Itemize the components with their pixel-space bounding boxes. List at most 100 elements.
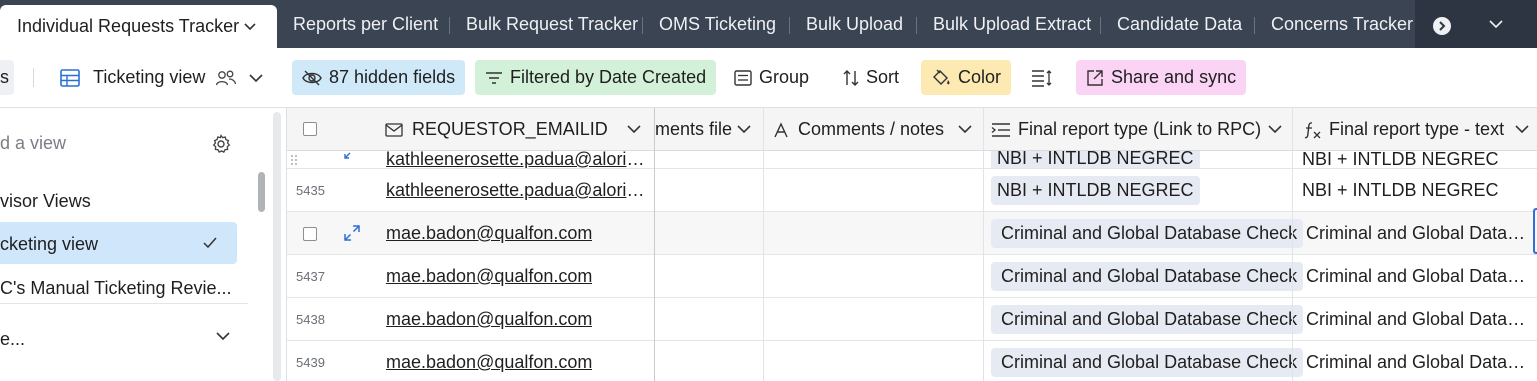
sidebar-item-label: cketing view: [0, 234, 99, 254]
requestor-email-cell[interactable]: kathleenerosette.padua@alorica.com: [386, 151, 648, 169]
linked-record-icon: [991, 122, 1010, 137]
tab-concerns-tracker[interactable]: Concerns Tracker: [1271, 0, 1413, 48]
sort-button[interactable]: Sort: [833, 60, 909, 95]
tab-separator: [1100, 17, 1101, 34]
requestor-email-cell[interactable]: mae.badon@qualfon.com: [386, 298, 648, 341]
chevron-down-icon[interactable]: [243, 19, 257, 33]
row-number: 5439: [296, 355, 325, 370]
group-button[interactable]: Group: [724, 60, 819, 95]
column-title: Final report type (Link to RPC): [1018, 119, 1262, 139]
chevron-down-icon[interactable]: [958, 123, 972, 135]
frozen-column-divider[interactable]: [654, 108, 655, 381]
eye-off-icon: [302, 70, 322, 85]
report-type-text-cell: Criminal and Global Database Check: [1306, 212, 1532, 255]
column-header-final-report-type-text[interactable]: Final report type - text: [1303, 108, 1537, 151]
column-header-comments-notes[interactable]: Comments / notes: [773, 108, 983, 151]
group-label: Group: [759, 67, 810, 87]
hidden-fields-label: 87 hidden fields: [329, 67, 456, 87]
requestor-email-cell[interactable]: kathleenerosette.padua@alorica.com: [386, 169, 648, 212]
filter-label: Filtered by Date Created: [510, 67, 707, 87]
email-text: mae.badon@qualfon.com: [386, 223, 593, 243]
email-text: kathleenerosette.padua@alorica.com: [386, 151, 648, 169]
chevron-down-icon[interactable]: [1515, 123, 1529, 135]
external-link-icon: [1087, 69, 1103, 86]
sidebar-item-ticketing-view[interactable]: cketing view: [0, 222, 237, 264]
table-row[interactable]: 5438 mae.badon@qualfon.com Criminal and …: [287, 298, 1537, 341]
report-type-text: NBI + INTLDB NEGREC: [1302, 151, 1499, 169]
table-tab-bar: Individual Requests Tracker Reports per …: [0, 0, 1537, 48]
records-grid: REQUESTOR_EMAILID ments file Comments / …: [286, 108, 1537, 381]
group-icon: [734, 69, 752, 86]
report-type-text-cell: Criminal and Global Database Check: [1306, 255, 1532, 298]
report-type-text: Criminal and Global Database Check: [1306, 352, 1532, 372]
drag-handle-icon[interactable]: [290, 154, 298, 166]
select-all-checkbox[interactable]: [303, 122, 317, 136]
sidebar-scrollbar[interactable]: [258, 172, 265, 212]
table-row[interactable]: 5435 kathleenerosette.padua@alorica.com …: [287, 169, 1537, 212]
grid-header: REQUESTOR_EMAILID ments file Comments / …: [287, 108, 1537, 151]
formula-icon: [1304, 121, 1321, 138]
row-checkbox[interactable]: [303, 227, 317, 241]
filter-button[interactable]: Filtered by Date Created: [475, 60, 717, 95]
report-type-text: Criminal and Global Database Check: [1306, 223, 1532, 243]
tab-bulk-upload-extract[interactable]: Bulk Upload Extract: [933, 0, 1091, 48]
tab-separator: [642, 17, 643, 34]
sidebar-item-manual-ticketing-review[interactable]: C's Manual Ticketing Revie...: [0, 278, 232, 299]
report-type-chip[interactable]: Criminal and Global Database Check: [991, 262, 1304, 291]
scroll-tabs-button[interactable]: [1433, 17, 1451, 35]
column-divider: [763, 108, 764, 381]
report-type-chip[interactable]: Criminal and Global Database Check: [991, 219, 1304, 248]
email-text: mae.badon@qualfon.com: [386, 352, 593, 372]
report-type-chip[interactable]: Criminal and Global Database Check: [991, 348, 1304, 377]
row-number: 5435: [296, 183, 325, 198]
views-sidebar: d a view visor Views cketing view C's Ma…: [0, 108, 286, 381]
column-header-comments-file[interactable]: ments file: [655, 108, 763, 151]
chevron-down-icon[interactable]: [1268, 123, 1282, 135]
expand-icon[interactable]: [343, 224, 361, 242]
row-height-button[interactable]: [1023, 60, 1061, 95]
chevron-down-icon[interactable]: [1489, 18, 1503, 30]
tab-candidate-data[interactable]: Candidate Data: [1117, 0, 1242, 48]
expand-icon[interactable]: [344, 151, 358, 159]
requestor-email-cell[interactable]: mae.badon@qualfon.com: [386, 255, 648, 298]
table-row[interactable]: mae.badon@qualfon.com Criminal and Globa…: [287, 212, 1537, 255]
tab-bulk-upload[interactable]: Bulk Upload: [806, 0, 903, 48]
gear-icon[interactable]: [211, 134, 231, 154]
report-type-chip[interactable]: NBI + INTLDB NEGREC: [991, 176, 1200, 205]
column-title: Comments / notes: [798, 119, 945, 139]
tab-reports-per-client[interactable]: Reports per Client: [293, 0, 438, 48]
find-view-input[interactable]: d a view: [0, 133, 66, 154]
table-row[interactable]: kathleenerosette.padua@alorica.com NBI +…: [287, 151, 1537, 169]
checkmark-icon: [203, 237, 217, 249]
email-icon: [385, 122, 403, 137]
hidden-fields-button[interactable]: 87 hidden fields: [292, 60, 466, 95]
sidebar-resize-handle[interactable]: [273, 112, 281, 381]
column-header-requestor-emailid[interactable]: REQUESTOR_EMAILID: [385, 108, 650, 151]
tab-individual-requests-tracker[interactable]: Individual Requests Tracker: [0, 5, 277, 48]
collaborators-icon: [216, 70, 237, 85]
share-and-sync-button[interactable]: Share and sync: [1076, 60, 1247, 95]
email-text: mae.badon@qualfon.com: [386, 266, 593, 286]
color-button[interactable]: Color: [921, 60, 1012, 95]
report-type-chip[interactable]: Criminal and Global Database Check: [991, 305, 1304, 334]
report-type-chip[interactable]: NBI + INTLDB NEGREC: [991, 151, 1200, 168]
column-divider: [983, 108, 984, 381]
view-switcher-button[interactable]: Ticketing view: [60, 60, 263, 95]
tab-oms-ticketing[interactable]: OMS Ticketing: [659, 0, 776, 48]
tab-separator: [449, 17, 450, 34]
sidebar-section-more[interactable]: e...: [0, 329, 25, 350]
requestor-email-cell[interactable]: mae.badon@qualfon.com: [386, 212, 648, 255]
toolbar-divider: [33, 68, 34, 87]
table-row[interactable]: 5437 mae.badon@qualfon.com Criminal and …: [287, 255, 1537, 298]
text-field-icon: [774, 121, 788, 137]
views-toggle-button[interactable]: s: [0, 60, 14, 95]
sort-icon: [843, 69, 859, 86]
chevron-down-icon[interactable]: [737, 123, 751, 135]
tab-bulk-request-tracker[interactable]: Bulk Request Tracker: [466, 0, 638, 48]
table-row[interactable]: 5439 mae.badon@qualfon.com Criminal and …: [287, 341, 1537, 381]
column-header-final-report-type-link[interactable]: Final report type (Link to RPC): [991, 108, 1293, 151]
chevron-down-icon[interactable]: [216, 330, 230, 342]
chevron-down-icon[interactable]: [627, 123, 641, 135]
requestor-email-cell[interactable]: mae.badon@qualfon.com: [386, 341, 648, 381]
sidebar-section-supervisor-views[interactable]: visor Views: [0, 191, 91, 212]
